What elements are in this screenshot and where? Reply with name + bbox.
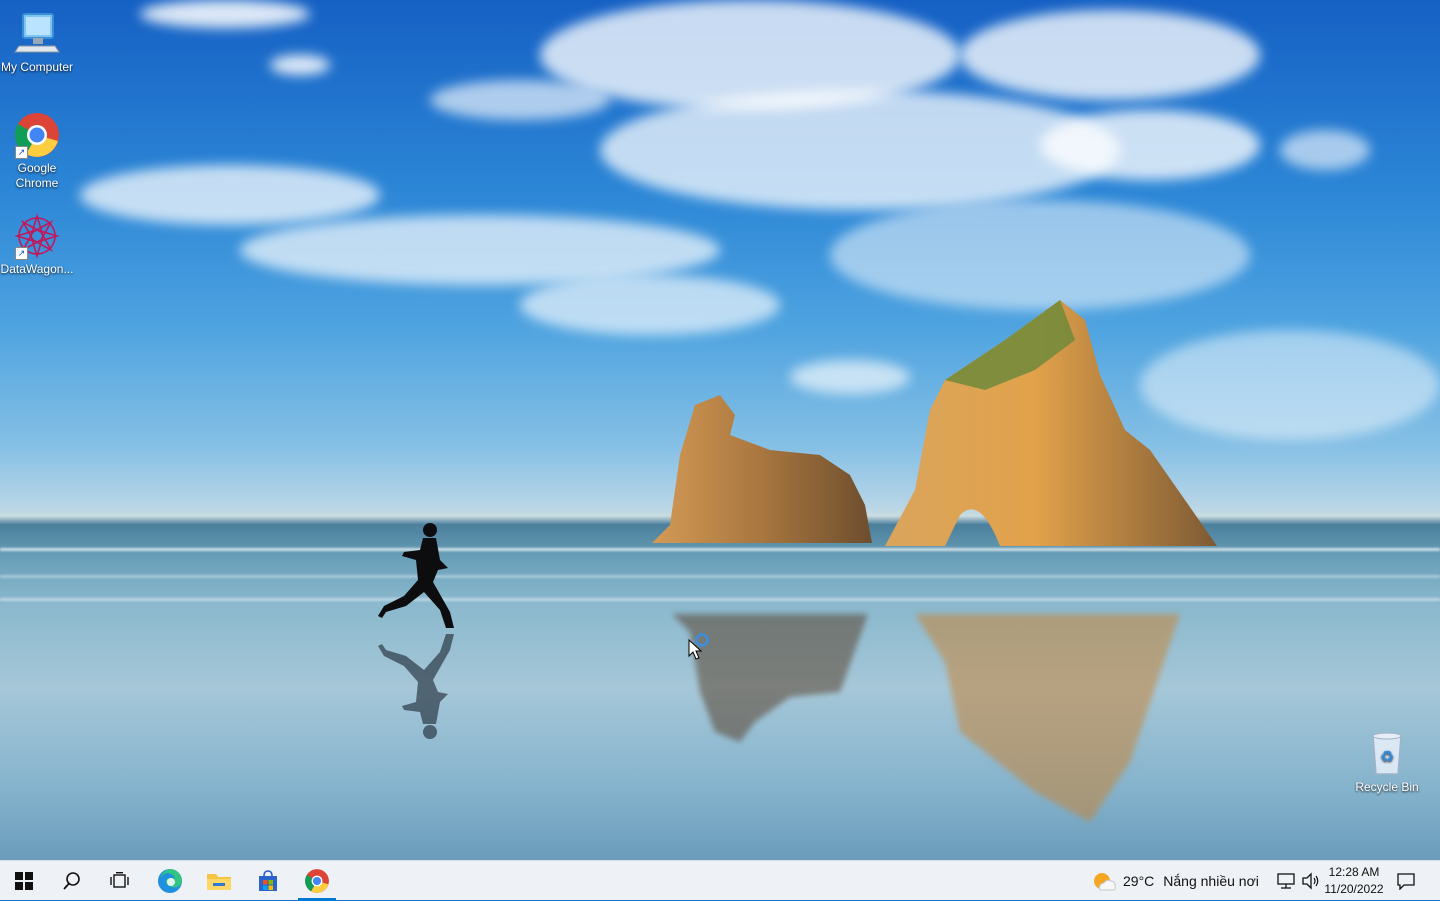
taskbar-chrome-button[interactable] xyxy=(293,861,341,901)
clock-button[interactable]: 12:28 AM 11/20/2022 xyxy=(1322,864,1386,898)
task-view-icon xyxy=(110,872,129,888)
clock-time: 12:28 AM xyxy=(1328,865,1380,879)
runner-reflection xyxy=(378,634,454,739)
shortcut-arrow-icon: ↗ xyxy=(15,146,28,159)
task-view-button[interactable] xyxy=(96,861,144,901)
store-icon xyxy=(259,870,277,891)
chrome-icon xyxy=(305,869,329,893)
desktop-wallpaper[interactable]: My Computer ↗ Google Chrome ↗ DataWagon.… xyxy=(0,0,1440,860)
search-button[interactable] xyxy=(48,861,96,901)
cloud xyxy=(270,55,330,75)
desktop-icon-recycle-bin[interactable]: ♻ Recycle Bin xyxy=(1350,730,1424,795)
taskbar-edge-button[interactable] xyxy=(146,861,194,901)
notification-center-button[interactable] xyxy=(1396,861,1416,901)
desktop-icon-label: DataWagon... xyxy=(0,262,74,276)
wave xyxy=(0,575,1440,578)
cloud xyxy=(960,10,1260,100)
weather-temp: 29°C xyxy=(1123,873,1155,889)
desktop-icon-datawagon[interactable]: ↗ DataWagon... xyxy=(0,212,74,277)
taskbar-store-button[interactable] xyxy=(244,861,292,901)
wave xyxy=(0,548,1440,551)
windows-logo-icon xyxy=(15,872,33,890)
search-icon xyxy=(63,872,80,890)
desktop-icon-label: My Computer xyxy=(0,60,74,74)
busy-cursor-icon xyxy=(688,633,709,660)
desktop-icon-google-chrome[interactable]: ↗ Google Chrome xyxy=(0,111,74,191)
recycle-bin-icon: ♻ xyxy=(1363,730,1411,778)
desktop-icon-label: Google Chrome xyxy=(15,161,59,190)
volume-icon xyxy=(1302,872,1319,890)
taskbar-file-explorer-button[interactable] xyxy=(195,861,243,901)
edge-icon xyxy=(158,869,182,893)
cloud xyxy=(1040,110,1260,180)
chrome-icon: ↗ xyxy=(13,111,61,159)
svg-text:♻: ♻ xyxy=(1380,747,1394,766)
weather-widget[interactable]: 29°C Nắng nhiều nơi xyxy=(1090,861,1259,901)
cloud xyxy=(1280,130,1370,170)
weather-condition: Nắng nhiều nơi xyxy=(1163,873,1259,889)
computer-icon xyxy=(13,10,61,58)
sun-cloud-icon xyxy=(1094,873,1116,891)
datawagon-icon: ↗ xyxy=(13,212,61,260)
small-rock xyxy=(652,395,872,543)
taskbar: 29°C Nắng nhiều nơi 12:28 AM 11/20/2022 xyxy=(0,860,1440,901)
desktop-icon-my-computer[interactable]: My Computer xyxy=(0,10,74,75)
arch-rock xyxy=(885,300,1217,546)
shortcut-arrow-icon: ↗ xyxy=(15,247,28,260)
network-icon xyxy=(1277,873,1295,889)
clock-date: 11/20/2022 xyxy=(1324,882,1384,896)
cloud xyxy=(520,275,780,335)
network-button[interactable] xyxy=(1276,861,1296,901)
runner-silhouette xyxy=(378,523,454,628)
cloud xyxy=(80,165,380,225)
desktop-icon-label: Recycle Bin xyxy=(1355,780,1419,794)
volume-button[interactable] xyxy=(1301,861,1321,901)
cloud xyxy=(140,0,310,28)
notification-icon xyxy=(1397,873,1415,890)
wave xyxy=(0,598,1440,601)
cloud xyxy=(430,80,610,120)
start-button[interactable] xyxy=(0,861,48,901)
arch-reflection xyxy=(915,614,1180,822)
cloud xyxy=(830,200,1250,310)
folder-icon xyxy=(207,874,231,890)
